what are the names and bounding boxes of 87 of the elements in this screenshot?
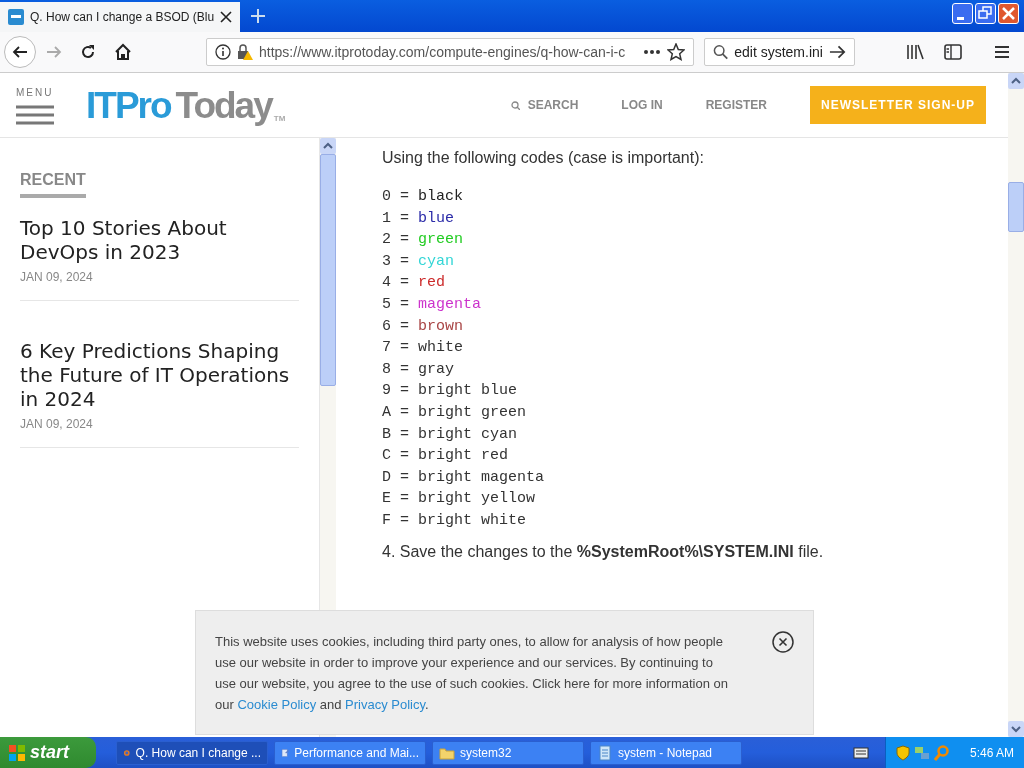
article-link[interactable]: 6 Key Predictions Shaping the Future of IT Operations in 2024 (20, 339, 299, 411)
code-text: 7 = (382, 338, 410, 359)
back-arrow-icon (12, 44, 28, 60)
code-text: 3 = (382, 251, 410, 272)
code-text: A = (382, 402, 410, 423)
close-icon[interactable] (220, 11, 233, 23)
taskbar-item[interactable]: system - Notepad (590, 740, 742, 765)
paragraph: 4. Save the changes to the %SystemRoot%\SYSTEM.INI file. (382, 541, 825, 562)
sidebar-icon[interactable] (944, 44, 962, 60)
back-button[interactable] (4, 36, 36, 68)
browser-tab[interactable]: Q. How can I change a BSOD (Blu (0, 2, 241, 32)
color-name: white (418, 338, 464, 359)
nav-link[interactable]: LOG IN (621, 96, 663, 114)
search-icon (510, 100, 520, 110)
site-logo[interactable]: ITProTodayTM (86, 86, 286, 124)
scrollbar-thumb[interactable] (1008, 182, 1024, 232)
code-text: 6 = (382, 316, 410, 337)
scroll-up-icon[interactable] (1008, 73, 1024, 89)
color-name: bright white (418, 510, 527, 531)
policy-link[interactable]: Cookie Policy (237, 697, 317, 712)
scrollbar-thumb[interactable] (320, 154, 336, 386)
close-icon[interactable] (772, 631, 794, 653)
article-date: JAN 09, 2024 (20, 269, 94, 286)
taskbar-item[interactable]: Q. How can I change ... (116, 740, 268, 765)
code-text: E = (382, 489, 410, 510)
search-field[interactable]: edit system.ini (704, 38, 855, 66)
nav-link[interactable]: SEARCH (527, 96, 579, 114)
tab-title: Q. How can I change a BSOD (Blu (30, 9, 215, 26)
clock: 5:46 AM (969, 744, 1014, 762)
library-icon[interactable] (906, 44, 924, 60)
code-text: 5 = (382, 294, 410, 315)
code-text: 0 = (382, 187, 410, 207)
code-text: F = (382, 510, 410, 531)
menu-icon[interactable] (994, 45, 1010, 59)
color-name: green (418, 230, 464, 251)
lock-warning-icon (237, 44, 253, 60)
code-text: D = (382, 467, 410, 488)
color-name: bright magenta (418, 467, 545, 488)
code-text: 9 = (382, 381, 410, 402)
new-tab-icon[interactable] (250, 8, 267, 24)
address-bar[interactable]: https://www.itprotoday.com/compute-engines/q-how-can-i-c (206, 38, 694, 66)
more-icon[interactable] (643, 49, 661, 55)
color-name: gray (418, 359, 455, 380)
scroll-down-icon[interactable] (1008, 721, 1024, 737)
keyboard-icon[interactable] (852, 746, 869, 759)
shield-icon[interactable] (895, 744, 910, 761)
color-name: brown (418, 316, 464, 337)
url-text: https://www.itprotoday.com/compute-engines/q-how-can-i-c (259, 42, 627, 62)
color-name: bright red (418, 446, 509, 467)
info-icon (215, 44, 231, 60)
color-name: bright yellow (418, 489, 536, 510)
windows-flag-icon (8, 743, 26, 762)
code-text: B = (382, 424, 410, 445)
code-text: 2 = (382, 230, 410, 251)
scroll-up-icon[interactable] (320, 138, 336, 154)
reload-icon[interactable] (80, 44, 96, 60)
paragraph: Using the following codes (case is important): (382, 148, 705, 168)
color-name: red (418, 273, 446, 294)
color-name: blue (418, 208, 455, 229)
home-icon[interactable] (114, 43, 132, 61)
search-icon (713, 44, 729, 60)
site-favicon-icon (8, 9, 24, 25)
color-name: cyan (418, 251, 455, 272)
nav-link[interactable]: REGISTER (705, 96, 767, 114)
article-date: JAN 09, 2024 (20, 416, 94, 433)
color-name: bright blue (418, 381, 518, 402)
go-arrow-icon[interactable] (828, 44, 846, 60)
color-name: bright cyan (418, 424, 518, 445)
taskbar-item[interactable]: system32 (432, 740, 584, 765)
menu-button[interactable]: MENU (16, 85, 54, 125)
color-name: magenta (418, 294, 482, 315)
start-button[interactable]: start (0, 737, 96, 768)
code-text: 1 = (382, 208, 410, 229)
notepad-icon (597, 744, 613, 761)
color-name: bright green (418, 402, 527, 423)
star-icon[interactable] (667, 43, 685, 61)
article-link[interactable]: Top 10 Stories About DevOps in 2023 (20, 216, 299, 264)
section-heading: RECENT (20, 168, 86, 198)
cookie-message: This website uses cookies, including third party ones, to allow for analysis of how people use our website in order to improve your experience and our services. By continuing to use our website, you agree to the use of such cookies. Click here for more information on our Cookie Policy and Privacy Policy. (215, 633, 730, 714)
menu-icon (16, 105, 54, 125)
color-name: black (418, 187, 464, 207)
taskbar-item[interactable]: Performance and Mai... (274, 740, 426, 765)
code-text: 8 = (382, 359, 410, 380)
newsletter-button[interactable]: NEWSLETTER SIGN-UP (810, 86, 986, 124)
page-scrollbar[interactable] (1008, 73, 1024, 737)
code-text: 4 = (382, 273, 410, 294)
code-text: C = (382, 446, 410, 467)
